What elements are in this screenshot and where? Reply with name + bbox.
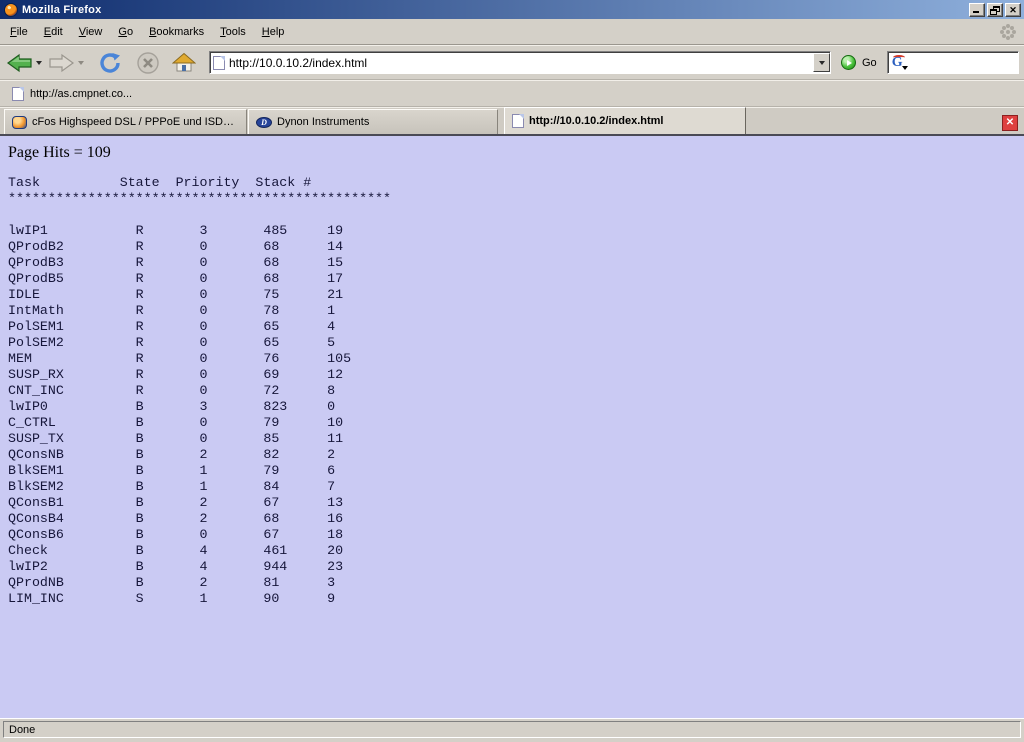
address-bar xyxy=(209,51,831,74)
go-label: Go xyxy=(862,57,877,69)
back-dropdown-icon[interactable] xyxy=(36,61,42,65)
menu-view[interactable]: View xyxy=(71,23,111,41)
bookmark-item[interactable]: http://as.cmpnet.co... xyxy=(8,85,136,103)
bookmarks-toolbar: http://as.cmpnet.co... xyxy=(0,80,1024,107)
reload-icon xyxy=(98,51,124,75)
reload-button[interactable] xyxy=(97,50,125,76)
menu-bookmarks[interactable]: Bookmarks xyxy=(141,23,212,41)
bookmark-label: http://as.cmpnet.co... xyxy=(30,88,132,100)
back-arrow-icon xyxy=(6,52,33,74)
home-button[interactable] xyxy=(171,51,197,74)
address-page-icon xyxy=(213,56,225,70)
tab-label: cFos Highspeed DSL / PPPoE und ISDN CAP.… xyxy=(32,116,239,128)
firefox-logo-icon xyxy=(4,3,18,17)
tab-index-html-active[interactable]: http://10.0.10.2/index.html xyxy=(504,107,746,134)
stop-icon xyxy=(136,51,160,75)
browser-window: Mozilla Firefox ✕ File Edit View Go Book… xyxy=(0,0,1024,742)
menu-tools[interactable]: Tools xyxy=(212,23,254,41)
page-hits-text: Page Hits = 109 xyxy=(8,144,1024,162)
google-search-icon[interactable]: G xyxy=(892,56,909,70)
stop-button[interactable] xyxy=(135,50,161,76)
page-content: Page Hits = 109 Task State Priority Stac… xyxy=(0,136,1024,718)
minimize-icon xyxy=(973,11,979,13)
tab-bar: cFos Highspeed DSL / PPPoE und ISDN CAP.… xyxy=(0,107,1024,136)
status-bar: Done xyxy=(0,718,1024,742)
search-box: G xyxy=(887,51,1019,74)
close-button[interactable]: ✕ xyxy=(1005,3,1021,17)
go-button[interactable]: Go xyxy=(841,55,877,70)
minimize-button[interactable] xyxy=(969,3,985,17)
forward-dropdown-icon[interactable] xyxy=(78,61,84,65)
forward-button[interactable] xyxy=(47,51,85,75)
menu-help[interactable]: Help xyxy=(254,23,293,41)
menu-bar: File Edit View Go Bookmarks Tools Help xyxy=(0,19,1024,45)
address-dropdown-button[interactable] xyxy=(813,53,830,72)
tab-close-button[interactable]: ✕ xyxy=(1002,115,1018,131)
restore-button[interactable] xyxy=(987,3,1003,17)
menu-edit[interactable]: Edit xyxy=(36,23,71,41)
status-text: Done xyxy=(3,721,1021,738)
navigation-toolbar: Go G xyxy=(0,45,1024,80)
task-table: Task State Priority Stack # ************… xyxy=(8,175,1024,607)
search-input[interactable] xyxy=(909,54,1024,72)
tab-dynon[interactable]: D Dynon Instruments xyxy=(248,109,498,134)
tab-label: http://10.0.10.2/index.html xyxy=(529,115,663,127)
address-input[interactable] xyxy=(225,54,813,72)
menu-file[interactable]: File xyxy=(2,23,36,41)
back-button[interactable] xyxy=(5,51,43,75)
tab-label: Dynon Instruments xyxy=(277,116,369,128)
title-bar: Mozilla Firefox ✕ xyxy=(0,0,1024,19)
window-title: Mozilla Firefox xyxy=(22,4,967,16)
close-icon: ✕ xyxy=(1006,4,1020,16)
forward-arrow-icon xyxy=(48,52,75,74)
bookmark-page-icon xyxy=(12,87,24,101)
document-icon xyxy=(512,114,524,128)
home-icon xyxy=(172,52,196,73)
throbber-icon xyxy=(1000,24,1016,40)
cfos-favicon xyxy=(12,116,27,129)
dynon-favicon: D xyxy=(256,117,272,128)
go-icon xyxy=(841,55,856,70)
tab-cfos[interactable]: cFos Highspeed DSL / PPPoE und ISDN CAP.… xyxy=(4,109,247,134)
menu-go[interactable]: Go xyxy=(110,23,141,41)
